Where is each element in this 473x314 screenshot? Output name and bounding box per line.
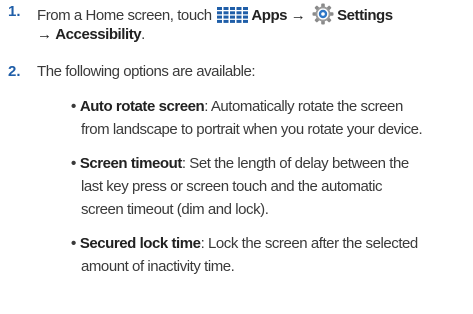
apps-grid-icon xyxy=(217,7,249,28)
option-screen-timeout-title: Screen timeout xyxy=(79,155,183,172)
arrow-1: → xyxy=(290,7,306,24)
settings-gear-icon xyxy=(312,3,334,30)
option-screen-timeout-line-2: last key press or screen touch and the a… xyxy=(81,178,383,195)
option-screen-timeout-line-3: screen timeout (dim and lock). xyxy=(81,201,269,218)
option-auto-rotate-line-2: from landscape to portrait when you rota… xyxy=(81,121,423,138)
step-1-number: 1. xyxy=(8,3,21,20)
option-secured-lock-desc-1: : Lock the screen after the selected xyxy=(200,235,419,252)
bullet: • xyxy=(71,235,76,252)
option-auto-rotate-desc-1: : Automatically rotate the screen xyxy=(204,98,403,115)
step-1-line-2: → Accessibility. xyxy=(37,26,145,44)
option-auto-rotate-title: Auto rotate screen xyxy=(79,98,205,115)
option-secured-lock-line-1: • Secured lock time: Lock the screen afte… xyxy=(71,235,418,253)
option-screen-timeout-desc-1: : Set the length of delay between the xyxy=(181,155,409,172)
apps-label: Apps xyxy=(251,7,288,24)
option-secured-lock-title: Secured lock time xyxy=(79,235,201,252)
bullet: • xyxy=(71,98,76,115)
settings-label: Settings xyxy=(337,7,393,24)
bullet: • xyxy=(71,155,76,172)
step-1-prefix: From a Home screen, touch xyxy=(37,7,212,24)
option-auto-rotate-line-1: • Auto rotate screen: Automatically rotat… xyxy=(71,98,403,116)
accessibility-label: Accessibility xyxy=(55,26,142,43)
option-secured-lock-line-2: amount of inactivity time. xyxy=(81,258,235,275)
option-screen-timeout-line-1: • Screen timeout: Set the length of delay… xyxy=(71,155,409,173)
step-1-end: . xyxy=(141,26,145,43)
step-2-text: The following options are available: xyxy=(37,63,256,80)
arrow-2: → xyxy=(37,26,52,43)
step-2-number: 2. xyxy=(8,63,21,80)
